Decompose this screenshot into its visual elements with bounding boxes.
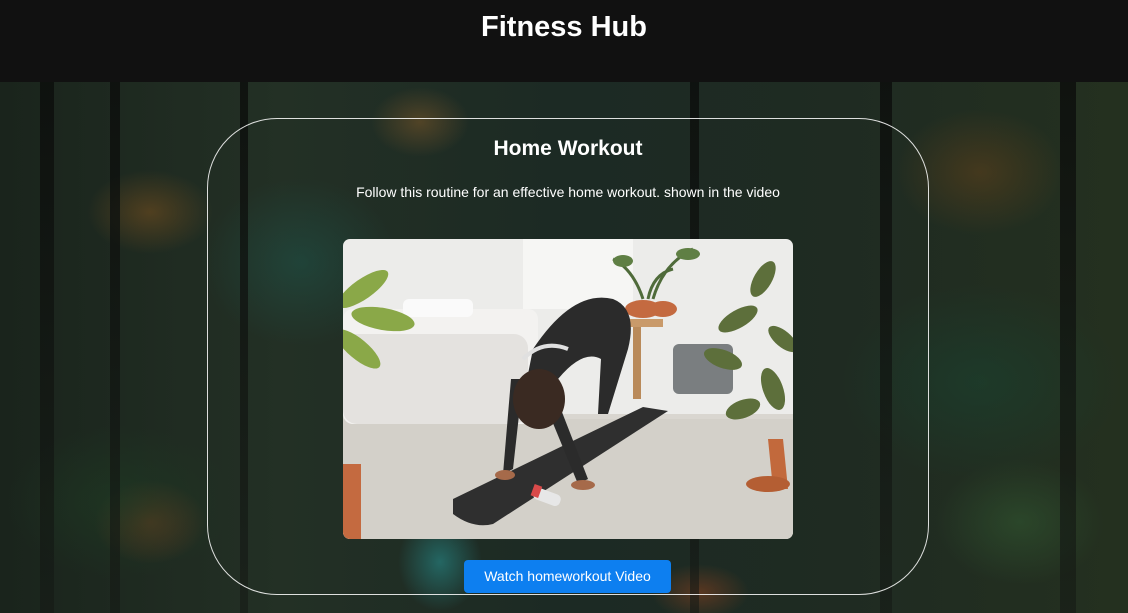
watch-video-button[interactable]: Watch homeworkout Video (464, 560, 671, 593)
workout-title: Home Workout (493, 137, 643, 160)
site-title: Fitness Hub (481, 11, 647, 43)
workout-description: Follow this routine for an effective hom… (356, 184, 780, 200)
site-header: Fitness Hub (0, 0, 1128, 82)
workout-photo (343, 239, 793, 539)
